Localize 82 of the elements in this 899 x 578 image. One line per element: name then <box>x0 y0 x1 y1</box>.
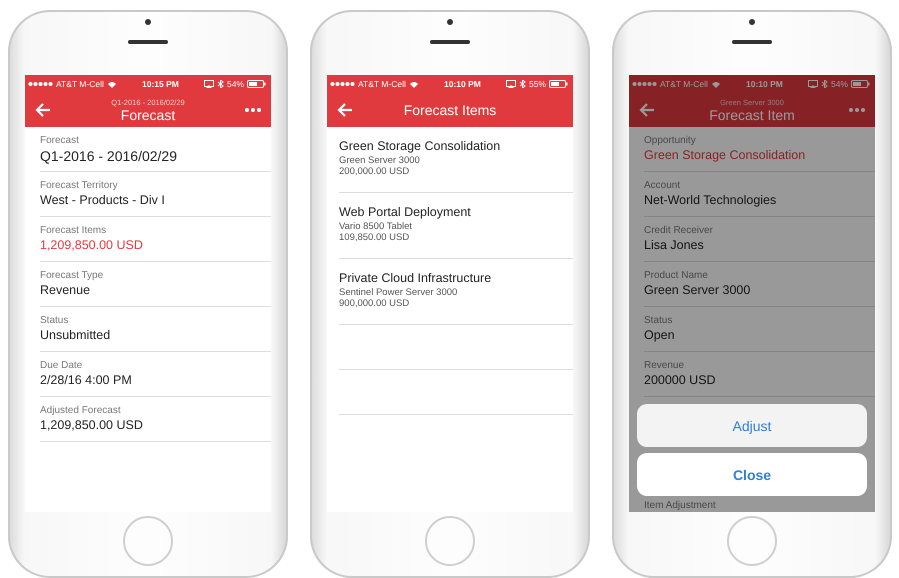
battery-icon <box>548 80 568 88</box>
home-button[interactable] <box>425 516 475 566</box>
battery-percent: 54% <box>226 79 244 89</box>
adjust-button[interactable]: Adjust <box>637 404 867 447</box>
field-label: Product Name <box>644 270 709 281</box>
signal-icon <box>28 81 53 87</box>
carrier-name: AT&T M-Cell <box>660 79 708 89</box>
back-arrow-icon <box>35 102 51 118</box>
camera-dot <box>145 19 151 25</box>
more-icon <box>849 108 865 112</box>
field-value: Q1-2016 - 2016/02/29 <box>40 148 178 164</box>
field-label: Credit Receiver <box>644 225 714 236</box>
bluetooth-icon <box>518 80 526 88</box>
field-value[interactable]: Green Storage Consolidation <box>644 148 875 162</box>
camera-dot <box>749 19 755 25</box>
item-title: Web Portal Deployment <box>339 205 472 219</box>
item-title: Private Cloud Infrastructure <box>339 271 492 285</box>
more-icon <box>245 108 261 112</box>
home-button[interactable] <box>727 516 777 566</box>
status-time: 10:10 PM <box>746 79 783 89</box>
field-value: Lisa Jones <box>644 238 705 252</box>
battery-icon <box>850 80 870 88</box>
item-product: Sentinel Power Server 3000 <box>339 287 458 298</box>
wifi-icon <box>710 80 721 88</box>
field-label: Forecast Type <box>40 270 104 281</box>
field-value: 1,209,850.00 USD <box>40 418 144 432</box>
nav-title: Forecast <box>120 106 176 122</box>
item-title: Green Storage Consolidation <box>339 139 502 153</box>
item-amount: 109,850.00 USD <box>339 232 410 243</box>
back-arrow-icon <box>639 102 655 118</box>
speaker-slot <box>128 40 168 44</box>
battery-percent: 54% <box>830 79 848 89</box>
field-label: Forecast <box>40 135 80 146</box>
field-value: Open <box>644 328 676 342</box>
item-product: Vario 8500 Tablet <box>339 221 414 232</box>
field-value: 2/28/16 4:00 PM <box>40 373 133 387</box>
field-label: Adjusted Forecast <box>40 405 122 416</box>
field-label: Forecast Territory <box>40 180 119 191</box>
field-label: Status <box>644 315 674 326</box>
field-label: Item Adjustment <box>644 500 717 511</box>
speaker-slot <box>732 40 772 44</box>
wifi-icon <box>408 80 419 88</box>
item-product: Green Server 3000 <box>339 155 421 166</box>
field-value: Unsubmitted <box>40 328 112 342</box>
item-amount: 200,000.00 USD <box>339 166 410 177</box>
field-value[interactable]: 1,209,850.00 USD <box>40 238 271 252</box>
carrier-name: AT&T M-Cell <box>358 79 406 89</box>
status-time: 10:10 PM <box>444 79 481 89</box>
home-button[interactable] <box>123 516 173 566</box>
field-value: 200000 USD <box>644 373 717 387</box>
airplay-icon <box>204 80 214 88</box>
airplay-icon <box>808 80 818 88</box>
close-button[interactable]: Close <box>637 453 867 496</box>
signal-icon <box>632 81 657 87</box>
field-value: West - Products - Div I <box>40 193 166 207</box>
bluetooth-icon <box>216 80 224 88</box>
field-value: Green Server 3000 <box>644 283 752 297</box>
battery-icon <box>246 80 266 88</box>
list-item[interactable]: Green Storage Consolidation Green Server 3000 200,000.00 USD <box>339 127 573 193</box>
speaker-slot <box>430 40 470 44</box>
field-label: Opportunity <box>644 135 697 146</box>
wifi-icon <box>106 80 117 88</box>
field-label: Status <box>40 315 70 326</box>
nav-title: Forecast Item <box>709 106 795 122</box>
status-time: 10:15 PM <box>142 79 179 89</box>
carrier-name: AT&T M-Cell <box>56 79 104 89</box>
list-item[interactable]: Private Cloud Infrastructure Sentinel Power Server 3000 900,000.00 USD <box>339 259 573 325</box>
item-amount: 900,000.00 USD <box>339 298 410 309</box>
bluetooth-icon <box>820 80 828 88</box>
field-label: Revenue <box>644 360 686 371</box>
back-arrow-icon <box>337 102 353 118</box>
list-item[interactable]: Web Portal Deployment Vario 8500 Tablet 109,850.00 USD <box>339 193 573 259</box>
nav-title: Forecast Items <box>404 102 496 118</box>
signal-icon <box>330 81 355 87</box>
field-value: Net-World Technologies <box>644 193 778 207</box>
battery-percent: 55% <box>528 79 546 89</box>
field-label: Account <box>644 180 682 191</box>
field-label: Due Date <box>40 360 84 371</box>
airplay-icon <box>506 80 516 88</box>
camera-dot <box>447 19 453 25</box>
field-label: Forecast Items <box>40 225 108 236</box>
field-value: Revenue <box>40 283 92 297</box>
